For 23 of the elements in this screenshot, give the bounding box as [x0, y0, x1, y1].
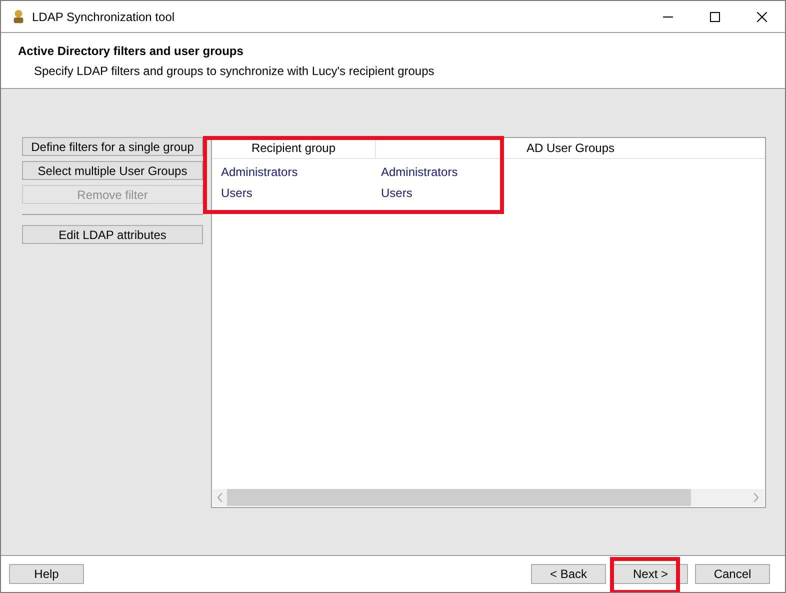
- action-button[interactable]: Edit LDAP attributes: [22, 225, 203, 244]
- window-title: LDAP Synchronization tool: [32, 8, 175, 26]
- nav-button[interactable]: < Back: [531, 564, 606, 584]
- maximize-icon: [710, 12, 720, 22]
- help-button[interactable]: Help: [9, 564, 84, 584]
- scroll-left-icon: [217, 493, 223, 502]
- table-cell-text: Users: [220, 184, 254, 202]
- scrollbar-thumb[interactable]: [227, 489, 691, 506]
- table-cell-text: Administrators: [220, 164, 299, 180]
- scroll-right-icon: [753, 493, 759, 502]
- header-title: Active Directory filters and user groups: [18, 43, 244, 60]
- header-subtitle: Specify LDAP filters and groups to synchronize with Lucy's recipient groups: [34, 63, 436, 80]
- person-icon: [11, 9, 26, 24]
- action-button[interactable]: Select multiple User Groups: [22, 161, 203, 180]
- table-cell-text: Administrators: [380, 164, 458, 180]
- horizontal-scrollbar[interactable]: [213, 489, 764, 506]
- close-icon: [756, 12, 766, 22]
- table-cell-text: Users: [380, 184, 412, 202]
- nav-button[interactable]: Cancel: [695, 564, 770, 584]
- action-button[interactable]: Define filters for a single group: [22, 137, 203, 156]
- column-header[interactable]: Recipient group: [212, 138, 376, 158]
- column-header[interactable]: AD User Groups: [376, 138, 765, 158]
- nav-button[interactable]: Next >: [613, 564, 688, 584]
